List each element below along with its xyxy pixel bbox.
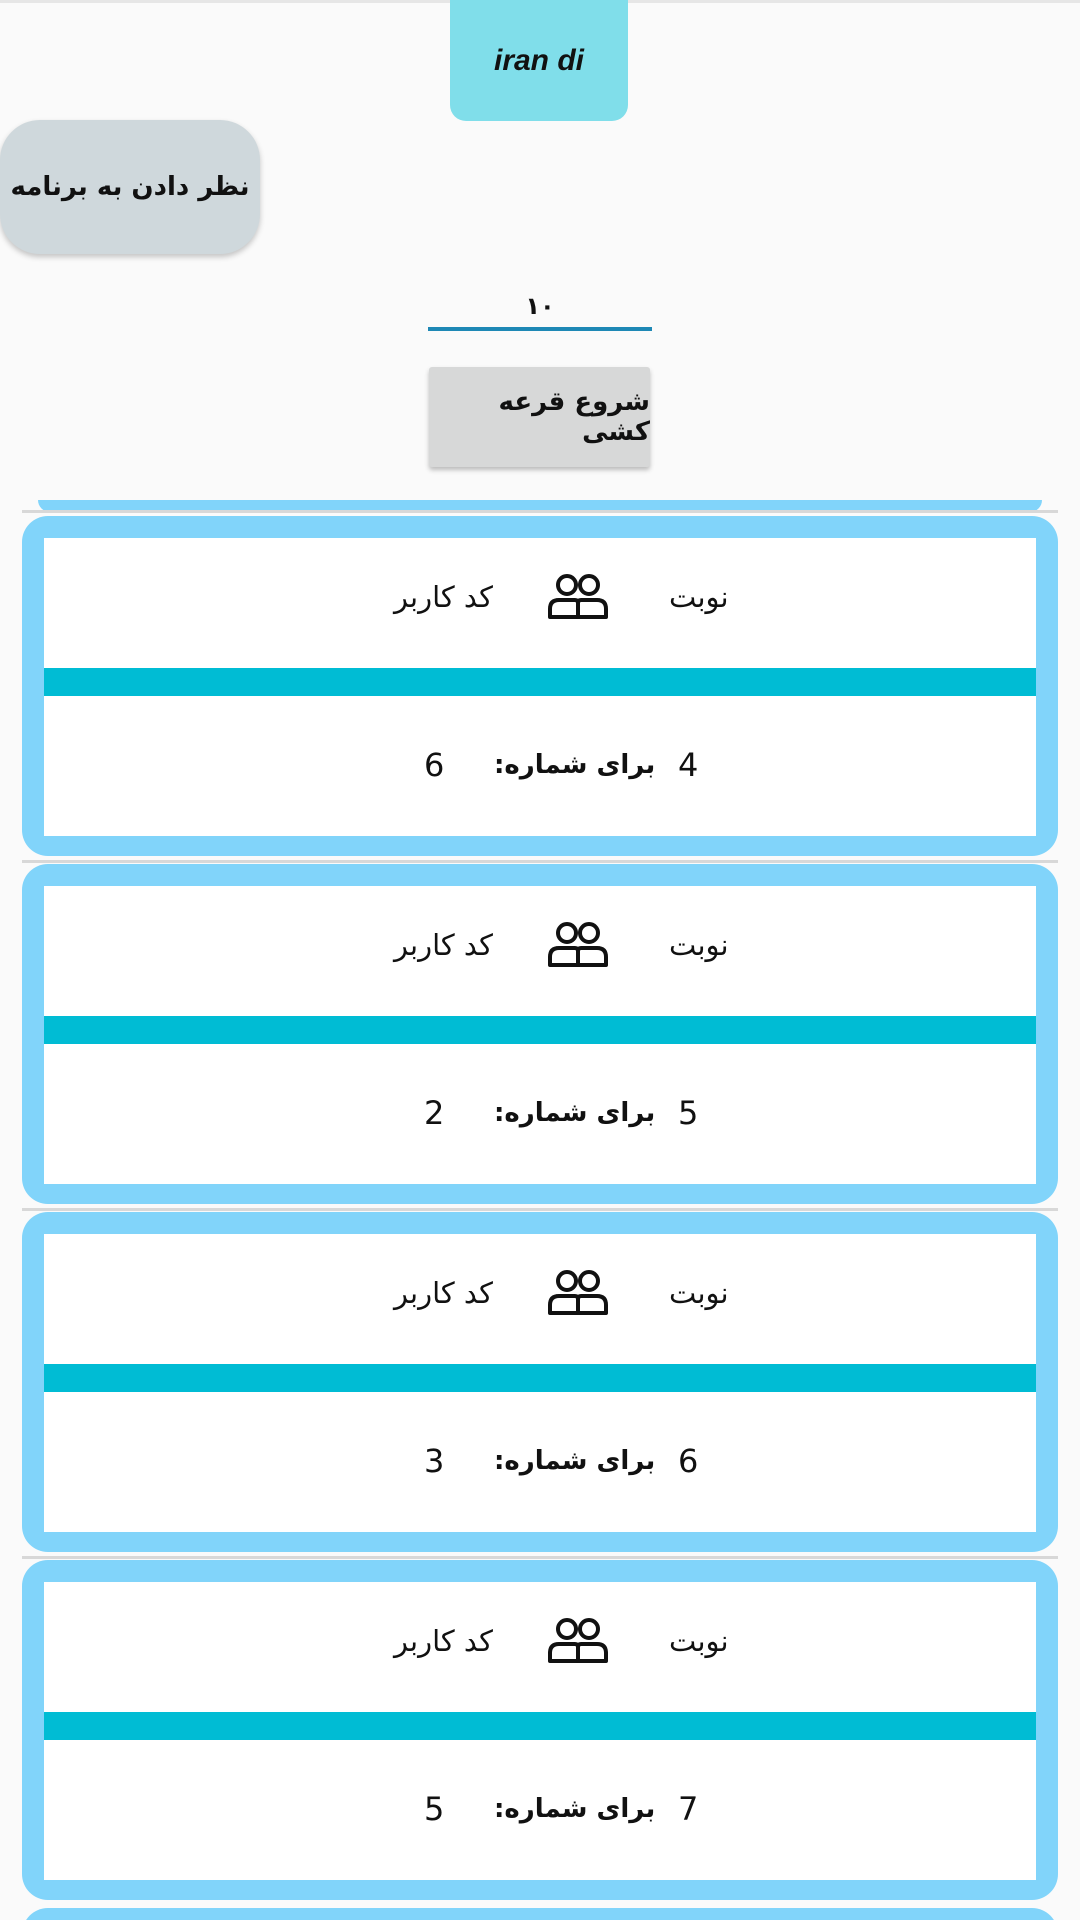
result-card: نوبت کد کاربر 4 برای شماره: 6 [22,516,1058,856]
card-stripe [44,668,1036,696]
rate-app-button[interactable]: نظر دادن به برنامه [0,120,260,254]
app-title-badge: iran di [450,0,628,121]
result-card: نوبت کد کاربر 6 برای شماره: 3 [22,1212,1058,1552]
card-body: 5 برای شماره: 2 [44,1044,1036,1184]
list-divider [22,1208,1058,1211]
card-stripe [44,1016,1036,1044]
group-icon [546,1269,610,1317]
turn-value: 4 [678,746,699,784]
card-stripe [44,1364,1036,1392]
user-code-value: 2 [424,1094,445,1132]
turn-value: 7 [678,1790,699,1828]
list-divider [22,1556,1058,1559]
partial-card-bottom [22,1908,1058,1920]
card-body: 4 برای شماره: 6 [44,696,1036,836]
turn-label: نوبت [669,1624,729,1658]
card-header: نوبت کد کاربر [44,538,1036,668]
user-code-value: 6 [424,746,445,784]
for-number-label: برای شماره: [494,1446,656,1476]
draw-count-input[interactable]: ۱۰ [428,282,652,330]
card-stripe [44,1712,1036,1740]
group-icon [546,573,610,621]
card-body: 6 برای شماره: 3 [44,1392,1036,1532]
user-code-label: کد کاربر [394,1624,493,1658]
card-header: نوبت کد کاربر [44,1234,1036,1364]
turn-value: 6 [678,1442,699,1480]
user-code-label: کد کاربر [394,1276,493,1310]
draw-count-underline [428,327,652,331]
start-draw-button[interactable]: شروع قرعه کشی [429,367,650,467]
results-list[interactable]: نوبت کد کاربر 4 برای شماره: 6 نوبت کد کا… [0,500,1080,1920]
group-icon [546,1617,610,1665]
turn-label: نوبت [669,1276,729,1310]
for-number-label: برای شماره: [494,1098,656,1128]
turn-value: 5 [678,1094,699,1132]
user-code-value: 3 [424,1442,445,1480]
user-code-label: کد کاربر [394,580,493,614]
card-header: نوبت کد کاربر [44,1582,1036,1712]
for-number-label: برای شماره: [494,1794,656,1824]
user-code-value: 5 [424,1790,445,1828]
card-body: 7 برای شماره: 5 [44,1740,1036,1880]
card-header: نوبت کد کاربر [44,886,1036,1016]
turn-label: نوبت [669,580,729,614]
result-card: نوبت کد کاربر 7 برای شماره: 5 [22,1560,1058,1900]
list-divider [22,860,1058,863]
group-icon [546,921,610,969]
user-code-label: کد کاربر [394,928,493,962]
result-card: نوبت کد کاربر 5 برای شماره: 2 [22,864,1058,1204]
turn-label: نوبت [669,928,729,962]
list-divider [22,510,1058,513]
for-number-label: برای شماره: [494,750,656,780]
